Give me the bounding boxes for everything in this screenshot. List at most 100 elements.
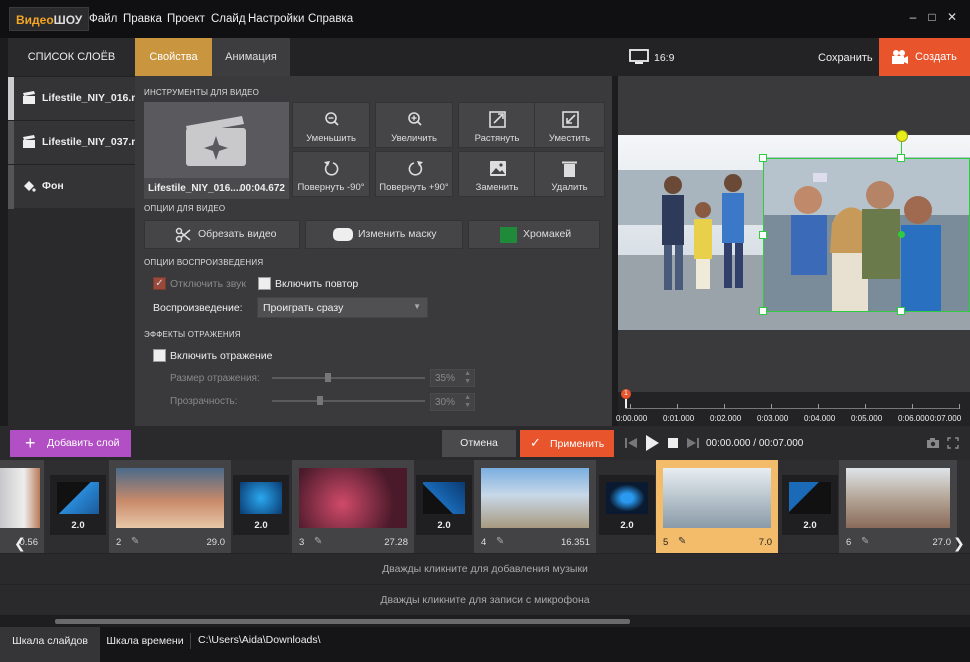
minimize-icon[interactable]: – — [906, 10, 920, 24]
pencil-icon[interactable]: ✎ — [131, 536, 139, 547]
loop-checkbox[interactable] — [258, 277, 271, 290]
close-icon[interactable]: ✕ — [945, 10, 959, 24]
replace-button[interactable]: Заменить — [458, 151, 536, 197]
stepper-arrows-icon: ▲ ▼ — [464, 394, 471, 409]
playback-select[interactable]: Проиграть сразу ▼ — [257, 297, 428, 318]
resize-handle-left[interactable] — [759, 231, 767, 239]
plus-icon: + — [25, 433, 36, 453]
layer-item-1[interactable]: Lifestile_NIY_016.m... — [8, 76, 149, 121]
loop-label: Включить повтор — [275, 278, 359, 290]
clapper-icon — [23, 91, 35, 104]
mic-track[interactable]: Дважды кликните для записи с микрофона — [0, 584, 970, 615]
mute-checkbox[interactable]: ✓ — [153, 277, 166, 290]
transition-thumbnail — [606, 482, 648, 514]
menu-project[interactable]: Проект — [167, 13, 205, 25]
ruler-tick-label: 0:05.000 — [851, 414, 883, 423]
slide-item[interactable]: 2 ✎ 29.0 — [109, 460, 231, 553]
reflection-size-slider[interactable] — [272, 373, 425, 382]
transition-thumbnail — [789, 482, 831, 514]
zoom-out-icon — [325, 112, 339, 126]
skip-back-icon[interactable] — [624, 437, 638, 449]
resize-handle-bottom[interactable] — [897, 307, 905, 315]
opacity-handle[interactable] — [317, 396, 323, 405]
transition-item[interactable]: 2.0 — [50, 475, 106, 535]
maximize-icon[interactable]: □ — [925, 10, 939, 24]
tab-animation[interactable]: Анимация — [212, 38, 290, 76]
camera-icon — [892, 50, 908, 64]
add-layer-button[interactable]: + Добавить слой — [10, 430, 131, 457]
paint-bucket-icon — [24, 181, 36, 192]
tab-properties[interactable]: Свойства — [135, 38, 212, 76]
stretch-button[interactable]: Растянуть — [458, 102, 536, 148]
cancel-button[interactable]: Отмена — [442, 430, 516, 457]
reflection-checkbox[interactable] — [153, 349, 166, 362]
transition-item[interactable]: 2.0 — [782, 475, 838, 535]
center-point[interactable] — [898, 231, 905, 238]
scrollbar-thumb[interactable] — [55, 619, 630, 624]
layer-item-2[interactable]: Lifestile_NIY_037.m... — [8, 120, 149, 165]
resize-handle-tl[interactable] — [759, 154, 767, 162]
selection-frame[interactable] — [763, 158, 970, 312]
slide-item[interactable]: 6 ✎ 27.0 — [839, 460, 957, 553]
menu-file[interactable]: Файл — [89, 13, 117, 25]
transition-item[interactable]: 2.0 — [233, 475, 289, 535]
rotate-handle[interactable] — [896, 130, 908, 142]
ruler-tick-label: 0:03.000 — [757, 414, 789, 423]
slide-item[interactable]: 3 ✎ 27.28 — [292, 460, 414, 553]
stop-icon[interactable] — [668, 438, 678, 448]
reflection-label: Включить отражение — [170, 350, 273, 362]
create-button[interactable]: Создать — [879, 38, 970, 76]
layer-label: Lifestile_NIY_016.m... — [42, 92, 150, 104]
tab-timeline-view[interactable]: Шкала времени — [100, 627, 190, 662]
chromakey-button[interactable]: Хромакей — [468, 220, 600, 249]
reflection-size-handle[interactable] — [324, 373, 331, 382]
save-button[interactable]: Сохранить — [818, 52, 873, 64]
menu-settings[interactable]: Настройки — [248, 13, 304, 25]
pencil-icon[interactable]: ✎ — [496, 536, 504, 547]
fit-button[interactable]: Уместить — [534, 102, 605, 148]
opacity-slider[interactable] — [272, 396, 425, 405]
aspect-ratio[interactable]: 16:9 — [654, 52, 674, 64]
pencil-icon[interactable]: ✎ — [861, 536, 869, 547]
delete-button[interactable]: Удалить — [534, 151, 605, 197]
scroll-left-icon[interactable]: ❮ — [14, 535, 26, 552]
pencil-icon[interactable]: ✎ — [678, 536, 686, 547]
resize-handle-bl[interactable] — [759, 307, 767, 315]
opacity-stepper[interactable]: 30% ▲ ▼ — [430, 393, 475, 411]
transition-item[interactable]: 2.0 — [599, 475, 655, 535]
trash-icon — [562, 161, 577, 177]
layer-label: Lifestile_NIY_037.m... — [42, 136, 150, 148]
playhead[interactable] — [625, 399, 627, 408]
slide-item-selected[interactable]: 5 ✎ 7.0 — [656, 460, 778, 553]
scroll-right-icon[interactable]: ❯ — [953, 535, 965, 552]
rotate-right-button[interactable]: Повернуть +90° — [375, 151, 453, 197]
menu-edit[interactable]: Правка — [123, 13, 162, 25]
zoom-in-button[interactable]: Увеличить — [375, 102, 453, 148]
play-icon[interactable] — [644, 434, 660, 452]
section-video-options: ОПЦИИ ДЛЯ ВИДЕО — [144, 204, 226, 213]
change-mask-button[interactable]: Изменить маску — [305, 220, 463, 249]
reflection-size-stepper[interactable]: 35% ▲ ▼ — [430, 369, 475, 387]
zoom-out-button[interactable]: Уменьшить — [292, 102, 370, 148]
image-icon — [490, 161, 506, 176]
menu-help[interactable]: Справка — [308, 13, 353, 25]
apply-button[interactable]: ✓ Применить — [520, 430, 614, 457]
rotate-left-button[interactable]: Повернуть -90° — [292, 151, 370, 197]
crop-video-button[interactable]: Обрезать видео — [144, 220, 300, 249]
music-track[interactable]: Дважды кликните для добавления музыки — [0, 553, 970, 584]
transition-item[interactable]: 2.0 — [416, 475, 472, 535]
resize-handle-top[interactable] — [897, 154, 905, 162]
snapshot-icon[interactable] — [926, 437, 940, 449]
tab-slide-view[interactable]: Шкала слайдов — [0, 627, 100, 662]
pencil-icon[interactable]: ✎ — [314, 536, 322, 547]
layer-item-background[interactable]: Фон — [8, 164, 135, 209]
menu-slide[interactable]: Слайд — [211, 13, 246, 25]
mask-icon — [333, 228, 353, 241]
fullscreen-icon[interactable] — [947, 437, 959, 449]
scissors-icon — [175, 227, 191, 243]
skip-forward-icon[interactable] — [686, 437, 700, 449]
chromakey-icon — [500, 227, 517, 243]
ruler-marker[interactable]: 1 — [621, 389, 631, 399]
slide-item[interactable]: 4 ✎ 16.351 — [474, 460, 596, 553]
horizontal-scrollbar[interactable] — [0, 616, 970, 627]
